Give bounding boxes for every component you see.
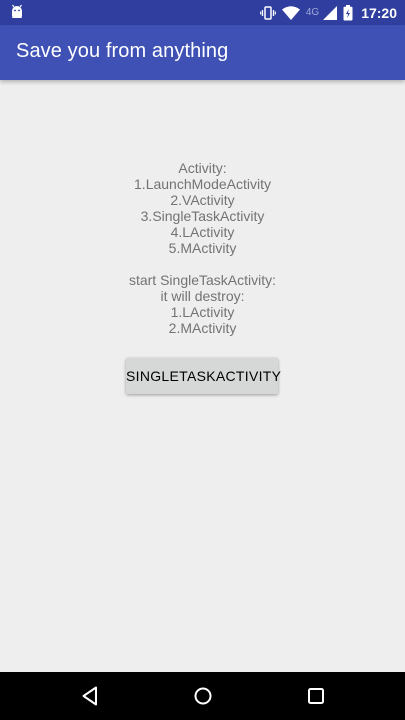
destroy-header: start SingleTaskActivity: [128, 272, 277, 288]
battery-icon [343, 4, 353, 21]
clock: 17:20 [361, 4, 397, 21]
destroyed-item: 2.MActivity [168, 320, 237, 336]
activity-item: 4.LActivity [170, 224, 235, 240]
destroy-subheader: it will destroy: [160, 288, 245, 304]
back-icon[interactable] [78, 684, 102, 708]
activity-item: 5.MActivity [168, 240, 237, 256]
destroyed-item: 1.LActivity [170, 304, 235, 320]
activity-item: 1.LaunchModeActivity [134, 176, 271, 192]
signal-icon [323, 5, 338, 20]
app-bar: Save you from anything [0, 25, 405, 80]
activity-info-text: Activity: 1.LaunchModeActivity 2.VActivi… [0, 160, 405, 336]
wifi-icon [281, 5, 300, 20]
app-title: Save you from anything [16, 40, 229, 62]
status-bar: 4G 17:20 [0, 0, 405, 25]
recents-icon[interactable] [304, 684, 328, 708]
home-icon[interactable] [191, 684, 215, 708]
network-type-label: 4G [305, 7, 320, 18]
status-icons: 4G 17:20 [259, 0, 397, 25]
single-task-activity-button[interactable]: SINGLETASKACTIVITY [126, 358, 281, 394]
navigation-bar [0, 672, 405, 720]
activity-item: 3.SingleTaskActivity [140, 208, 265, 224]
android-icon [9, 4, 25, 20]
activity-item: 2.VActivity [170, 192, 235, 208]
main-content: Activity: 1.LaunchModeActivity 2.VActivi… [0, 80, 405, 672]
vibrate-icon [259, 5, 276, 21]
activity-header: Activity: [178, 160, 227, 176]
